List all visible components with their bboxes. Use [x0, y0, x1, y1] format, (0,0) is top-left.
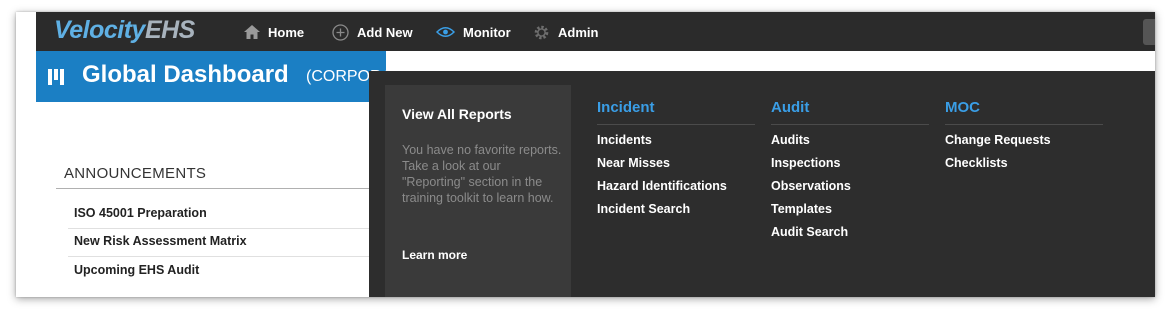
menu-item-templates[interactable]: Templates — [771, 198, 929, 221]
view-all-reports-link[interactable]: View All Reports — [402, 106, 512, 122]
nav-monitor[interactable]: Monitor — [436, 22, 511, 42]
announcement-item[interactable]: Upcoming EHS Audit — [74, 263, 199, 277]
announcement-divider — [68, 256, 386, 257]
menu-item-incident-search[interactable]: Incident Search — [597, 198, 755, 221]
nav-monitor-label: Monitor — [463, 24, 511, 40]
dashboard-icon — [48, 69, 66, 85]
logo-part-1: Velocity — [54, 16, 145, 44]
eye-icon — [436, 27, 455, 37]
menu-item-audits[interactable]: Audits — [771, 129, 929, 152]
incident-heading[interactable]: Incident — [597, 99, 755, 116]
home-icon — [244, 25, 260, 39]
gear-icon — [534, 25, 549, 39]
announcements-divider — [56, 188, 386, 189]
audit-column: Audit Audits Inspections Observations Te… — [771, 99, 929, 244]
announcement-divider — [68, 228, 386, 229]
nav-admin[interactable]: Admin — [533, 22, 598, 42]
logo-part-2: EHS — [144, 16, 195, 44]
menu-item-inspections[interactable]: Inspections — [771, 152, 929, 175]
moc-heading[interactable]: MOC — [945, 99, 1103, 116]
column-divider — [771, 124, 929, 125]
search-box[interactable] — [1143, 19, 1155, 45]
column-divider — [597, 124, 755, 125]
nav-add-new-label: Add New — [357, 24, 413, 40]
incident-column: Incident Incidents Near Misses Hazard Id… — [597, 99, 755, 221]
no-favorites-message: You have no favorite reports. Take a loo… — [402, 143, 562, 205]
nav-home-label: Home — [268, 24, 305, 40]
monitor-dropdown-menu: View All Reports You have no favorite re… — [369, 71, 1155, 297]
menu-item-near-misses[interactable]: Near Misses — [597, 152, 755, 175]
view-all-reports-panel: View All Reports You have no favorite re… — [385, 85, 571, 297]
moc-column: MOC Change Requests Checklists — [945, 99, 1103, 175]
app-window: VelocityEHS Home Add New Monitor Admin G… — [16, 12, 1155, 297]
menu-item-checklists[interactable]: Checklists — [945, 152, 1103, 175]
column-divider — [945, 124, 1103, 125]
add-circle-icon — [332, 23, 349, 41]
menu-item-hazard-identifications[interactable]: Hazard Identifications — [597, 175, 755, 198]
learn-more-link[interactable]: Learn more — [402, 248, 467, 262]
menu-item-change-requests[interactable]: Change Requests — [945, 129, 1103, 152]
menu-item-audit-search[interactable]: Audit Search — [771, 221, 929, 244]
dashboard-header: Global Dashboard (CORPORATI — [36, 51, 405, 102]
nav-admin-label: Admin — [558, 24, 599, 40]
velocityehs-logo[interactable]: VelocityEHS — [54, 16, 195, 45]
page-title: Global Dashboard — [82, 61, 289, 88]
nav-home[interactable]: Home — [244, 22, 304, 42]
announcements-heading: ANNOUNCEMENTS — [64, 165, 207, 182]
announcement-item[interactable]: New Risk Assessment Matrix — [74, 234, 247, 248]
nav-add-new[interactable]: Add New — [332, 22, 413, 42]
top-navbar: VelocityEHS Home Add New Monitor Admin — [36, 12, 1155, 51]
announcement-item[interactable]: ISO 45001 Preparation — [74, 206, 207, 220]
menu-item-observations[interactable]: Observations — [771, 175, 929, 198]
audit-heading[interactable]: Audit — [771, 99, 929, 116]
menu-item-incidents[interactable]: Incidents — [597, 129, 755, 152]
